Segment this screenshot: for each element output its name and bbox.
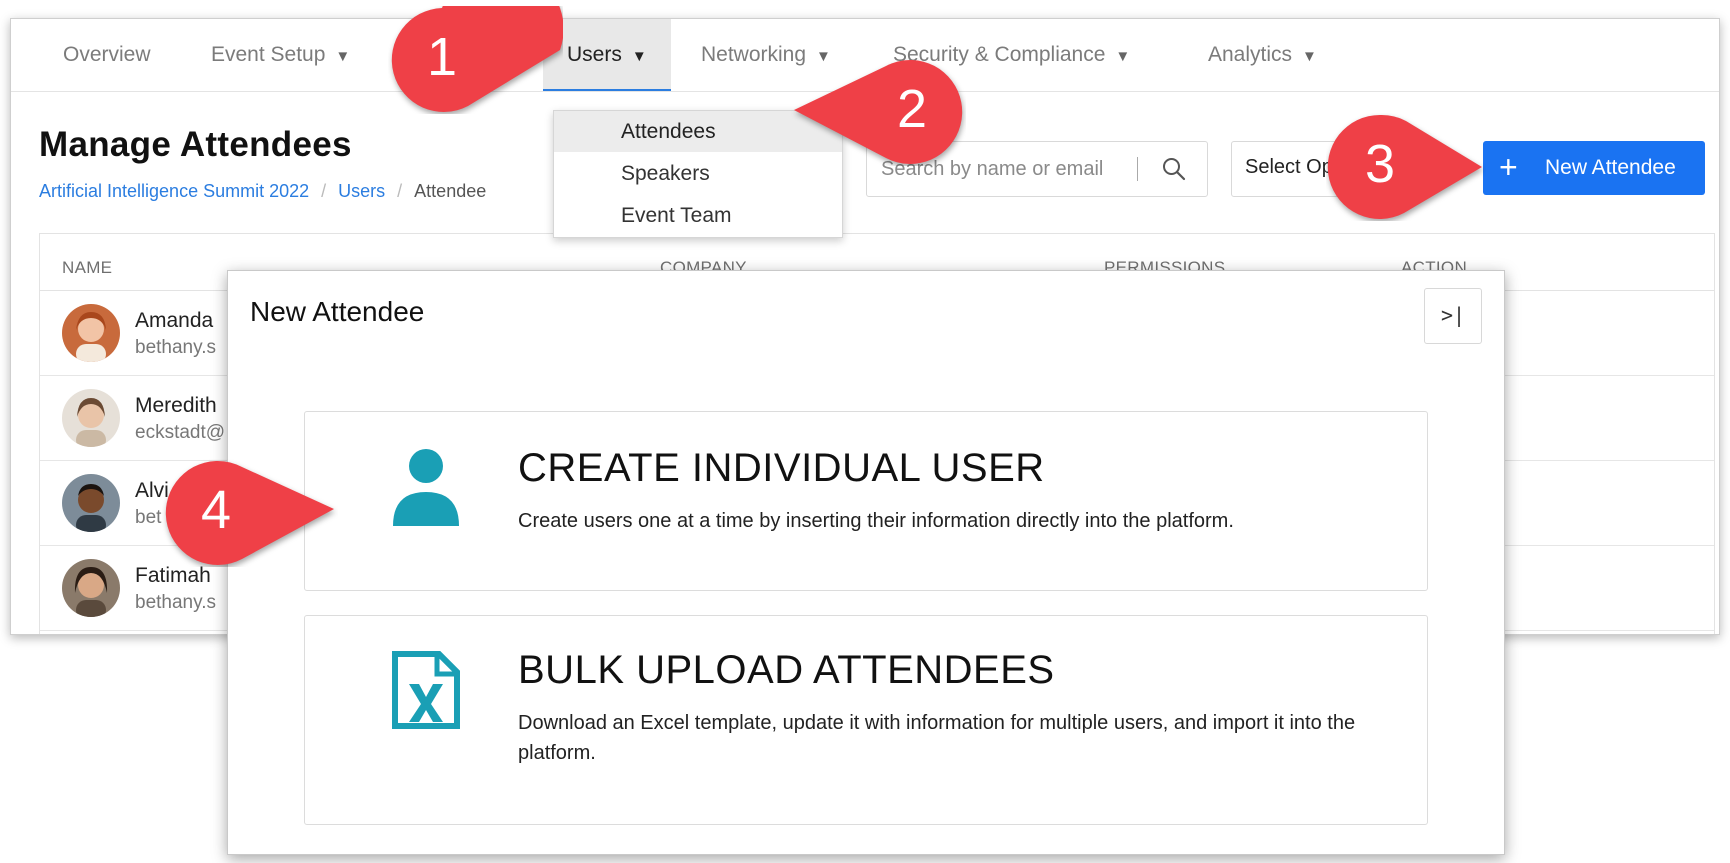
callout-number: 4 xyxy=(200,480,232,540)
breadcrumb-current: Attendee xyxy=(414,181,487,201)
breadcrumb-event[interactable]: Artificial Intelligence Summit 2022 xyxy=(39,181,309,201)
breadcrumb-users[interactable]: Users xyxy=(338,181,385,201)
user-name: Meredith xyxy=(135,394,217,417)
caret-down-icon: ▼ xyxy=(335,48,351,65)
avatar xyxy=(62,304,120,362)
option-title: CREATE INDIVIDUAL USER xyxy=(518,446,1045,490)
collapse-panel-button[interactable]: >| xyxy=(1424,288,1482,344)
caret-down-icon: ▼ xyxy=(631,48,647,65)
user-email: bethany.s xyxy=(135,337,216,358)
breadcrumb-separator: / xyxy=(321,181,327,201)
user-name: Amanda xyxy=(135,309,214,332)
panel-title: New Attendee xyxy=(250,296,425,327)
avatar xyxy=(62,474,120,532)
menu-item-event-team[interactable]: Event Team xyxy=(554,195,842,236)
nav-label: Analytics xyxy=(1208,43,1293,66)
caret-down-icon: ▼ xyxy=(1115,48,1131,65)
menu-item-label: Event Team xyxy=(621,204,732,227)
nav-label: Event Setup xyxy=(211,43,326,66)
breadcrumb: Artificial Intelligence Summit 2022 / User… xyxy=(39,181,486,202)
avatar xyxy=(62,389,120,447)
column-header-name: NAME xyxy=(62,258,113,277)
user-email: bethany.s xyxy=(135,592,216,613)
option-description: Create users one at a time by inserting … xyxy=(518,510,1234,532)
nav-event-setup[interactable]: Event Setup ▼ xyxy=(211,19,350,91)
search-icon[interactable] xyxy=(1161,156,1187,182)
person-icon xyxy=(393,449,459,526)
nav-label: Users xyxy=(567,43,622,66)
menu-item-label: Attendees xyxy=(621,120,716,143)
page-title: Manage Attendees xyxy=(39,125,352,164)
new-attendee-button[interactable]: + New Attendee xyxy=(1483,141,1705,195)
callout-number: 2 xyxy=(896,79,928,139)
callout-number: 1 xyxy=(426,27,458,87)
nav-label: Overview xyxy=(63,43,151,66)
plus-icon: + xyxy=(1499,149,1518,185)
create-individual-user-option[interactable]: CREATE INDIVIDUAL USER Create users one … xyxy=(304,411,1428,591)
menu-item-label: Speakers xyxy=(621,162,710,185)
search-divider xyxy=(1137,157,1138,181)
user-email: bet xyxy=(135,507,162,528)
option-title: BULK UPLOAD ATTENDEES xyxy=(518,648,1055,692)
user-name: Fatimah xyxy=(135,564,211,587)
new-attendee-label: New Attendee xyxy=(1545,156,1676,179)
nav-overview[interactable]: Overview xyxy=(63,19,151,91)
avatar xyxy=(62,559,120,617)
new-attendee-panel: New Attendee >| CREATE INDIVIDUAL USER C… xyxy=(227,270,1505,855)
user-email: eckstadt@ xyxy=(135,422,226,443)
callout-number: 3 xyxy=(1364,134,1396,194)
nav-analytics[interactable]: Analytics ▼ xyxy=(1208,19,1317,91)
bulk-upload-attendees-option[interactable]: BULK UPLOAD ATTENDEES Download an Excel … xyxy=(304,615,1428,825)
option-description: Download an Excel template, update it wi… xyxy=(518,712,1356,764)
caret-down-icon: ▼ xyxy=(1302,48,1317,65)
breadcrumb-separator: / xyxy=(397,181,403,201)
select-value: Select Op xyxy=(1245,156,1333,178)
excel-file-icon xyxy=(392,651,460,729)
